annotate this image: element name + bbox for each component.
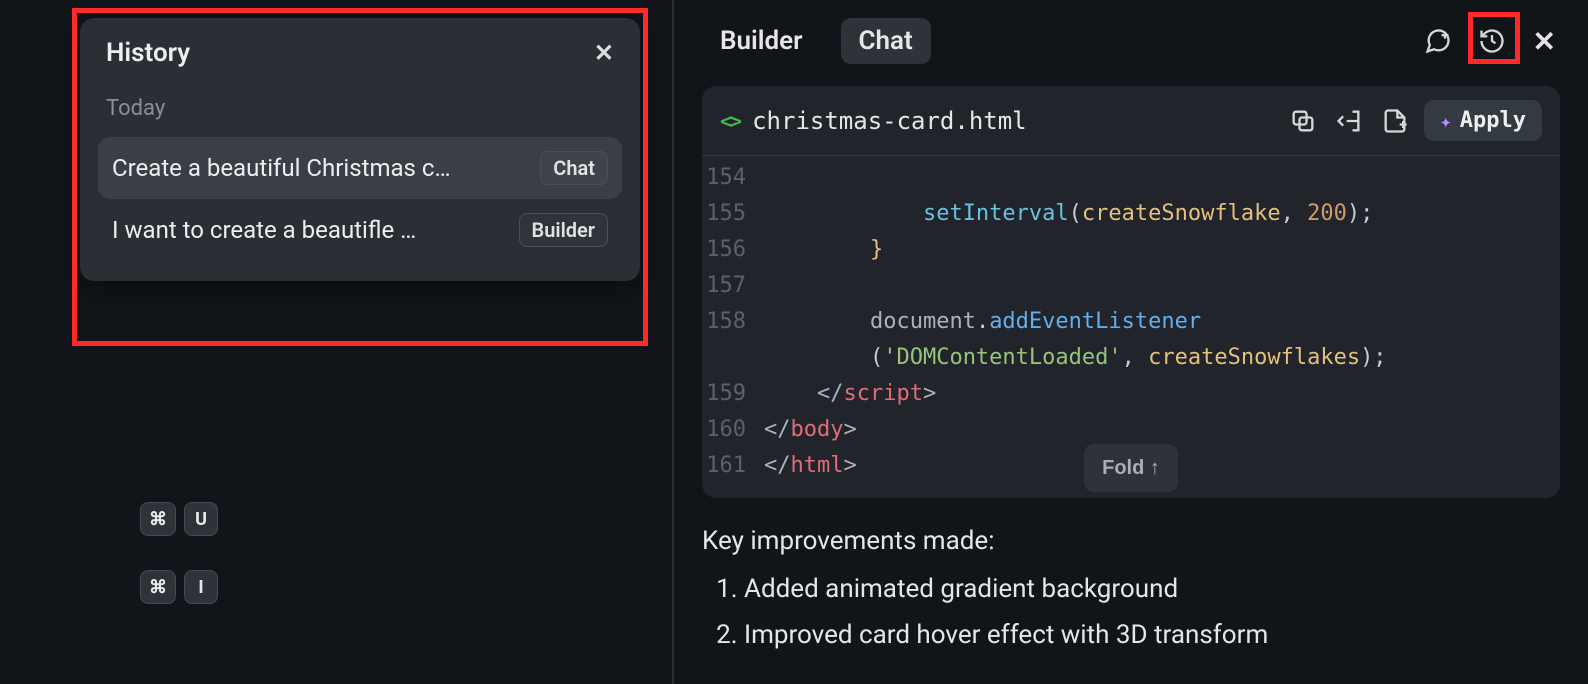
response-text: Key improvements made: Added animated gr… (702, 526, 1560, 666)
list-item: Added animated gradient background (744, 574, 1560, 604)
code-line: 156 } (702, 232, 1560, 268)
history-panel: History ✕ Today Create a beautiful Chris… (80, 18, 640, 281)
kbd-key: ⌘ (140, 502, 176, 536)
new-chat-icon[interactable] (1421, 24, 1455, 58)
code-line: 154 (702, 160, 1560, 196)
tabs-row: Builder Chat ✕ (702, 18, 1560, 64)
history-item-title: Create a beautiful Christmas c… (112, 154, 524, 182)
code-line: 158 document.addEventListener (702, 304, 1560, 340)
left-pane: History ✕ Today Create a beautiful Chris… (0, 0, 672, 684)
list-item: Improved card hover effect with 3D trans… (744, 620, 1560, 650)
response-heading: Key improvements made: (702, 526, 1560, 556)
history-title: History (106, 38, 190, 68)
apply-button[interactable]: ✦ Apply (1424, 100, 1542, 141)
history-item-badge: Chat (540, 151, 608, 185)
code-line: ('DOMContentLoaded', createSnowflakes); (702, 340, 1560, 376)
apply-label: Apply (1460, 108, 1526, 133)
code-line: 157 (702, 268, 1560, 304)
new-file-icon[interactable] (1378, 104, 1412, 138)
close-panel-icon[interactable]: ✕ (1529, 25, 1560, 58)
code-icon: <> (720, 109, 740, 133)
history-item[interactable]: I want to create a beautifle … Builder (98, 199, 622, 261)
insert-icon[interactable] (1332, 104, 1366, 138)
fold-button[interactable]: Fold ↑ (1084, 444, 1178, 492)
code-card: <> christmas-card.html ✦ Apply 154155 se… (702, 86, 1560, 498)
kbd-key: ⌘ (140, 570, 176, 604)
code-line: 159 </script> (702, 376, 1560, 412)
history-item-badge: Builder (519, 213, 608, 247)
code-filename: christmas-card.html (752, 107, 1274, 135)
sparkle-icon: ✦ (1440, 109, 1452, 133)
history-section-today: Today (106, 96, 614, 121)
shortcut-hints: ⌘ U ⌘ I (140, 492, 218, 604)
copy-icon[interactable] (1286, 104, 1320, 138)
kbd-key: I (184, 570, 218, 604)
close-icon[interactable]: ✕ (594, 39, 614, 67)
response-list: Added animated gradient background Impro… (702, 574, 1560, 650)
code-line: 160</body> (702, 412, 1560, 448)
code-line: 155 setInterval(createSnowflake, 200); (702, 196, 1560, 232)
history-item-title: I want to create a beautifle … (112, 216, 503, 244)
history-item[interactable]: Create a beautiful Christmas c… Chat (98, 137, 622, 199)
history-icon[interactable] (1475, 24, 1509, 58)
code-body[interactable]: 154155 setInterval(createSnowflake, 200)… (702, 156, 1560, 498)
tab-chat[interactable]: Chat (841, 18, 931, 64)
right-pane: Builder Chat ✕ <> christmas-card.html (674, 0, 1588, 684)
tab-builder[interactable]: Builder (702, 18, 821, 64)
kbd-key: U (184, 502, 218, 536)
